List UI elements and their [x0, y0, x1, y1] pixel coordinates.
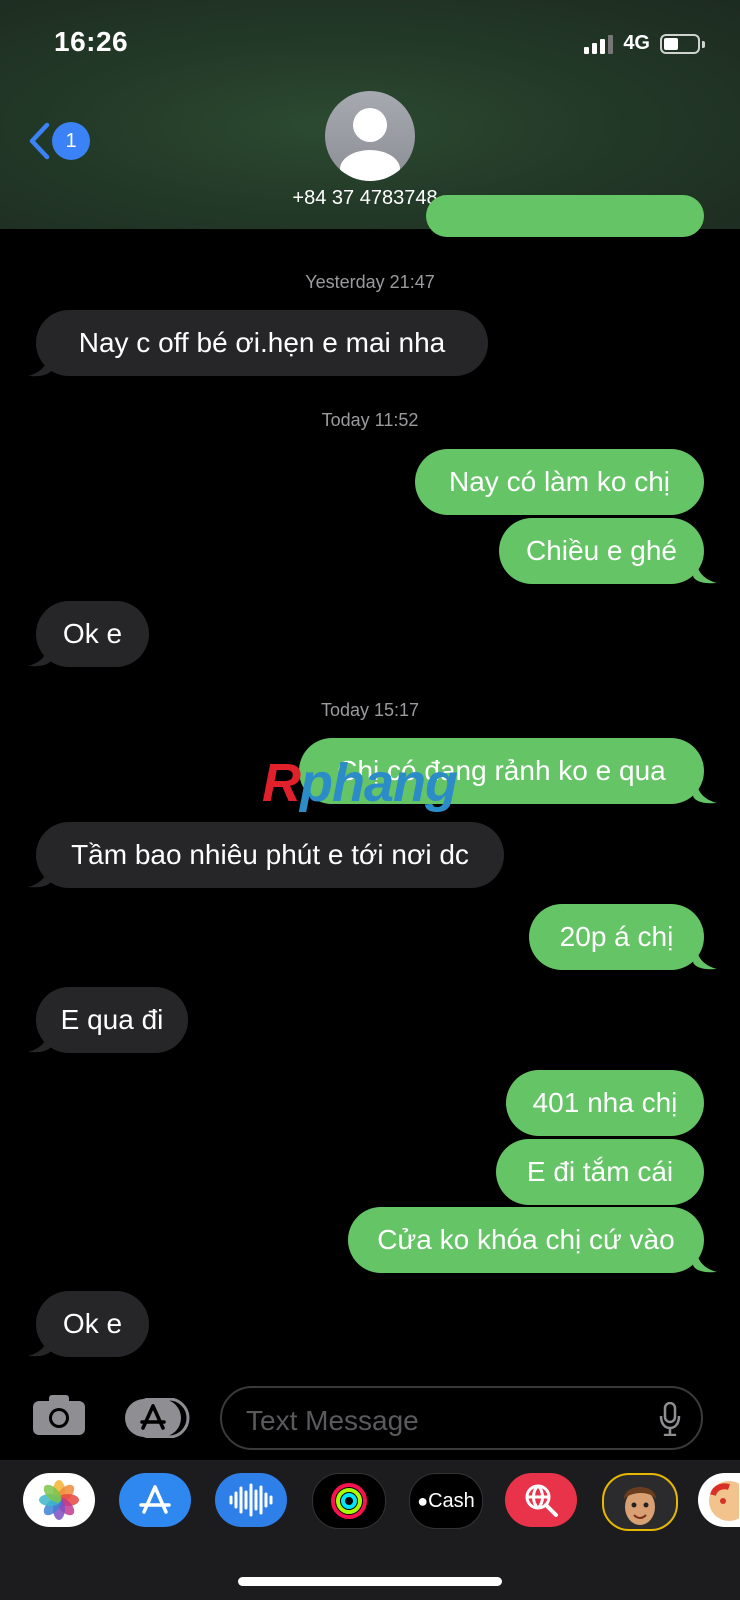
unread-badge: 1: [52, 122, 90, 160]
timestamp: Today 11:52: [321, 410, 419, 430]
app-store-icon: [125, 1397, 190, 1439]
outgoing-message: E đi tắm cái: [496, 1139, 704, 1205]
person-icon: [340, 108, 400, 181]
web-search-icon[interactable]: [505, 1473, 577, 1527]
timestamp: Yesterday 21:47: [305, 272, 435, 292]
memoji-icon[interactable]: [602, 1473, 678, 1531]
network-type: 4G: [623, 32, 650, 54]
incoming-message: E qua đi: [36, 987, 188, 1053]
outgoing-message: 20p á chị: [529, 904, 704, 970]
home-indicator[interactable]: [238, 1577, 502, 1586]
watermark-logo: Rphang: [262, 753, 458, 813]
app-drawer-button[interactable]: [124, 1397, 190, 1439]
incoming-message: Ok e: [36, 1291, 149, 1357]
incoming-message: Tầm bao nhiêu phút e tới nơi dc: [36, 822, 504, 888]
battery-icon: [660, 33, 705, 54]
message-bubble-partial: [426, 195, 704, 237]
outgoing-message: 401 nha chị: [506, 1070, 704, 1136]
contact-avatar[interactable]: [325, 91, 415, 181]
back-button[interactable]: 1: [28, 122, 90, 160]
status-time: 16:26: [54, 26, 129, 57]
compose-bar: Text Message: [0, 1380, 740, 1450]
cash-label: Cash: [428, 1489, 475, 1512]
memoji-stickers-icon[interactable]: [698, 1473, 740, 1527]
status-indicators: 4G: [584, 32, 705, 55]
message-input[interactable]: Text Message: [220, 1386, 703, 1450]
incoming-message: Ok e: [36, 601, 149, 667]
message-placeholder: Text Message: [246, 1405, 419, 1436]
camera-icon: [33, 1395, 85, 1435]
chevron-left-icon: [29, 122, 50, 160]
photos-app-icon[interactable]: [23, 1473, 95, 1527]
outgoing-message: Nay có làm ko chị: [415, 449, 704, 515]
outgoing-message: Chiều e ghé: [499, 518, 704, 584]
timestamp: Today 15:17: [320, 700, 420, 720]
contact-name: +84 37 4783748: [292, 187, 438, 209]
app-store-icon[interactable]: [119, 1473, 191, 1527]
incoming-message: Nay c off bé ơi.hẹn e mai nha: [36, 310, 488, 376]
microphone-icon[interactable]: [659, 1402, 681, 1436]
activity-icon[interactable]: [312, 1473, 386, 1529]
camera-button[interactable]: [32, 1394, 86, 1436]
audio-message-icon[interactable]: [215, 1473, 287, 1527]
apple-cash-icon[interactable]: ●Cash: [409, 1473, 483, 1529]
signal-icon: [584, 34, 614, 54]
outgoing-message: Cửa ko khóa chị cứ vào: [348, 1207, 704, 1273]
